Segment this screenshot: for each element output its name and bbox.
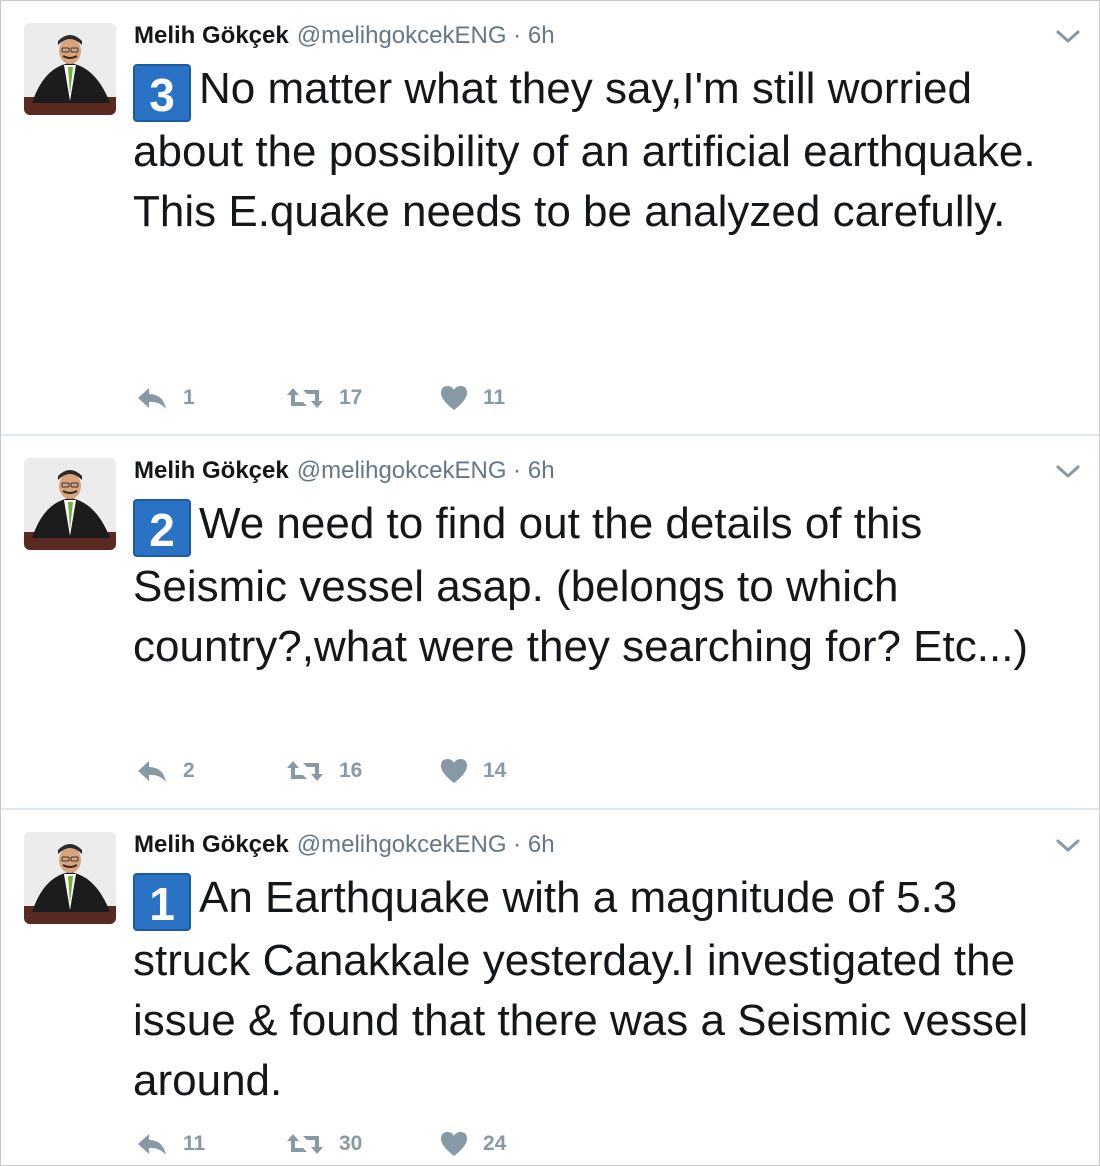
separator: · [513,457,522,484]
author-name[interactable]: Melih Gökçek [134,831,289,858]
author-handle[interactable]: @melihgokcekENG [297,457,507,484]
reply-button[interactable]: 1 [135,380,195,416]
like-count: 11 [483,386,506,409]
avatar[interactable] [24,832,116,924]
retweet-button[interactable]: 30 [285,1126,362,1162]
like-button[interactable]: 11 [439,380,505,416]
separator: · [513,22,522,49]
tweet-text: 2 We need to find out the details of this… [133,494,1083,677]
retweet-count: 16 [339,759,363,782]
retweet-button[interactable]: 17 [285,380,362,416]
author-handle[interactable]: @melihgokcekENG [297,831,507,858]
tweet[interactable]: Melih Gökçek @melihgokcekENG · 6h 1 An Ear… [1,810,1099,1165]
tweet-text: 3 No matter what they say,I'm still worri… [133,59,1083,242]
reply-count: 11 [183,1132,206,1155]
chevron-down-icon[interactable] [1055,27,1081,47]
heart-icon [441,759,467,783]
tweet-actions: 1 17 11 [133,380,553,416]
reply-count: 2 [183,759,195,782]
reply-button[interactable]: 11 [135,1126,205,1162]
retweet-icon [287,1134,323,1154]
heart-icon [441,1132,467,1156]
author-handle[interactable]: @melihgokcekENG [297,22,507,49]
reply-count: 1 [183,386,195,409]
tweet-text: 1 An Earthquake with a magnitude of 5.3 s… [133,868,1083,1111]
avatar-image [24,23,116,115]
timestamp[interactable]: 6h [528,831,555,858]
like-button[interactable]: 24 [439,1126,506,1162]
chevron-down-icon[interactable] [1055,836,1081,856]
reply-icon [138,761,166,782]
like-count: 14 [483,759,507,782]
tweet[interactable]: Melih Gökçek @melihgokcekENG · 6h 2 We nee… [1,436,1099,810]
keycap-number-badge: 2 [133,499,191,557]
reply-button[interactable]: 2 [135,753,195,789]
tweet-text-line: An Earthquake with a magnitude of 5.3 st… [133,873,1029,1105]
chevron-down-icon[interactable] [1055,462,1081,482]
like-button[interactable]: 14 [439,753,506,789]
tweet-actions: 11 30 24 [133,1126,553,1162]
tweet-text-line: We need to find out the details of this … [133,499,1029,671]
retweet-count: 30 [339,1132,363,1155]
separator: · [513,831,522,858]
avatar-image [24,458,116,550]
tweet-text-line: This E.quake needs to be analyzed carefu… [133,187,1006,236]
tweet-timeline: Melih Gökçek @melihgokcekENG · 6h 3 No mat… [0,0,1100,1166]
reply-icon [138,1134,166,1155]
keycap-number-badge: 1 [133,873,191,931]
avatar[interactable] [24,23,116,115]
author-name[interactable]: Melih Gökçek [134,22,289,49]
tweet[interactable]: Melih Gökçek @melihgokcekENG · 6h 3 No mat… [1,1,1099,436]
retweet-icon [287,761,323,781]
avatar-image [24,832,116,924]
tweet-header: Melih Gökçek @melihgokcekENG · 6h [134,830,555,860]
timestamp[interactable]: 6h [528,22,555,49]
retweet-icon [287,388,323,408]
tweet-header: Melih Gökçek @melihgokcekENG · 6h [134,456,555,486]
reply-icon [138,388,166,409]
retweet-button[interactable]: 16 [285,753,362,789]
tweet-text-line: No matter what they say,I'm still worrie… [133,64,1036,176]
avatar[interactable] [24,458,116,550]
author-name[interactable]: Melih Gökçek [134,457,289,484]
retweet-count: 17 [339,386,363,409]
keycap-number-badge: 3 [133,64,191,122]
timestamp[interactable]: 6h [528,457,555,484]
heart-icon [441,386,467,410]
like-count: 24 [483,1132,507,1155]
tweet-header: Melih Gökçek @melihgokcekENG · 6h [134,21,555,51]
tweet-actions: 2 16 14 [133,753,553,789]
